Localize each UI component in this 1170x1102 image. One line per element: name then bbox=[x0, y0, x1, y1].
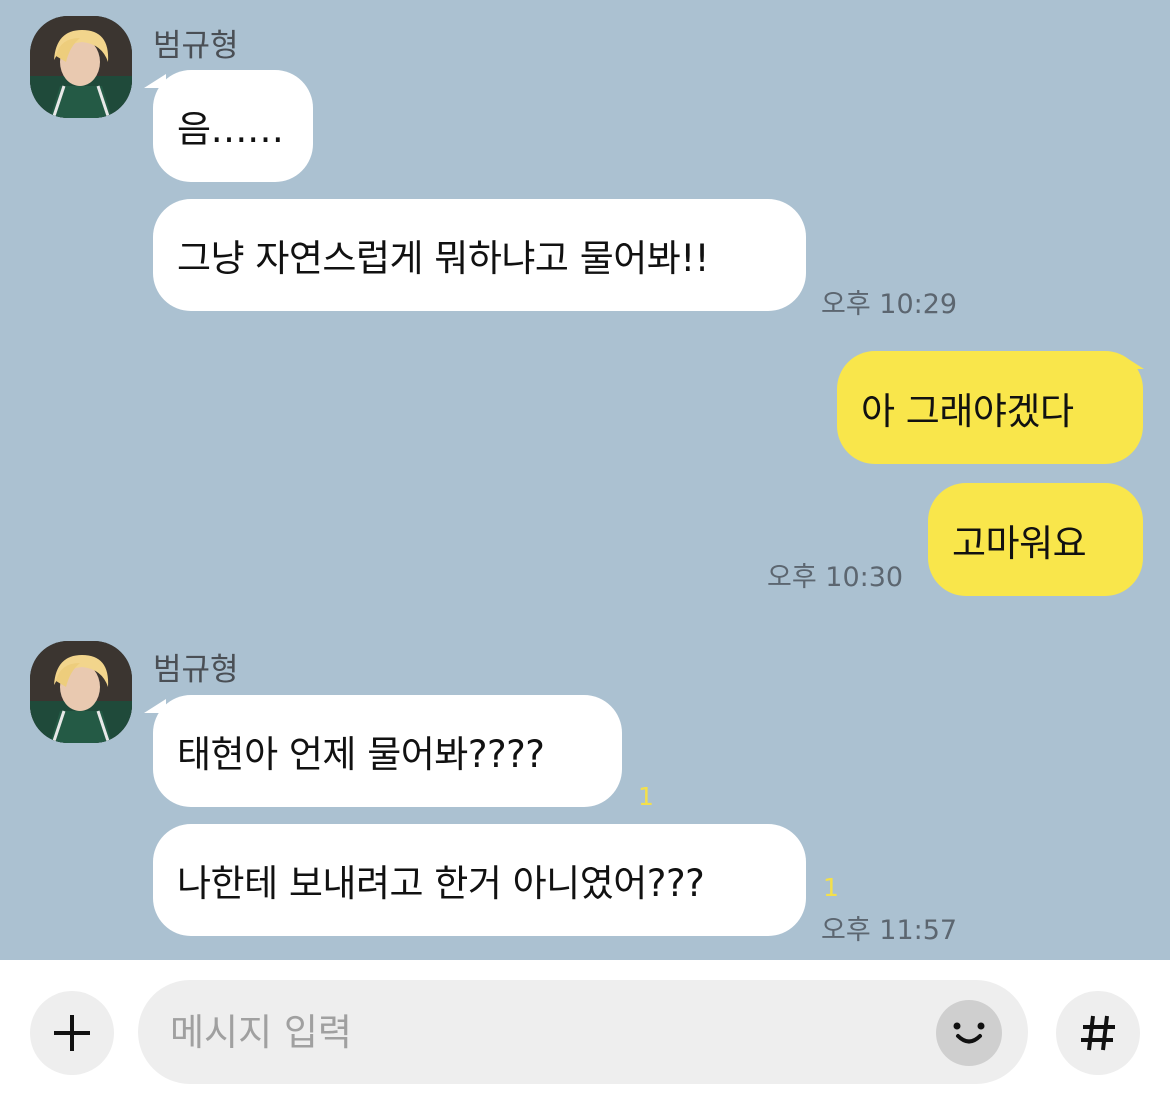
message-timestamp: 오후 10:29 bbox=[821, 289, 958, 320]
unread-count: 1 bbox=[823, 873, 839, 902]
message-input[interactable] bbox=[170, 1002, 930, 1062]
sender-name: 범규형 bbox=[153, 652, 239, 688]
message-bubble[interactable]: 음…… bbox=[153, 70, 313, 182]
add-button[interactable] bbox=[30, 991, 114, 1075]
hashtag-search-button[interactable] bbox=[1056, 991, 1140, 1075]
message-text: 고마워요 bbox=[952, 521, 1087, 565]
message-bubble[interactable]: 고마워요 bbox=[928, 483, 1143, 596]
unread-count: 1 bbox=[638, 782, 654, 811]
sender-avatar[interactable] bbox=[30, 16, 132, 118]
message-bubble[interactable]: 그냥 자연스럽게 뭐하냐고 물어봐!! bbox=[153, 199, 806, 311]
message-text: 아 그래야겠다 bbox=[861, 389, 1074, 433]
message-composer bbox=[0, 960, 1170, 1102]
message-text: 음…… bbox=[177, 108, 284, 151]
message-text: 태현아 언제 물어봐???? bbox=[177, 733, 545, 776]
avatar-photo bbox=[30, 641, 132, 743]
message-text: 나한테 보내려고 한거 아니였어??? bbox=[177, 862, 705, 905]
sender-name: 범규형 bbox=[153, 28, 239, 64]
message-timestamp: 오후 11:57 bbox=[821, 915, 958, 946]
plus-icon bbox=[54, 1015, 90, 1051]
chat-area: 범규형 음…… 그냥 자연스럽게 뭐하냐고 물어봐!! 오후 10:29 아 그… bbox=[0, 0, 1170, 960]
hash-icon bbox=[1081, 1015, 1115, 1051]
message-text: 그냥 자연스럽게 뭐하냐고 물어봐!! bbox=[177, 237, 710, 280]
emoji-button[interactable] bbox=[936, 1000, 1002, 1066]
message-timestamp: 오후 10:30 bbox=[767, 562, 904, 593]
message-bubble[interactable]: 아 그래야겠다 bbox=[837, 351, 1143, 464]
sender-avatar[interactable] bbox=[30, 641, 132, 743]
smiley-icon bbox=[953, 1022, 985, 1044]
message-bubble[interactable]: 나한테 보내려고 한거 아니였어??? bbox=[153, 824, 806, 936]
message-bubble[interactable]: 태현아 언제 물어봐???? bbox=[153, 695, 622, 807]
message-input-container bbox=[138, 980, 1028, 1084]
avatar-photo bbox=[30, 16, 132, 118]
